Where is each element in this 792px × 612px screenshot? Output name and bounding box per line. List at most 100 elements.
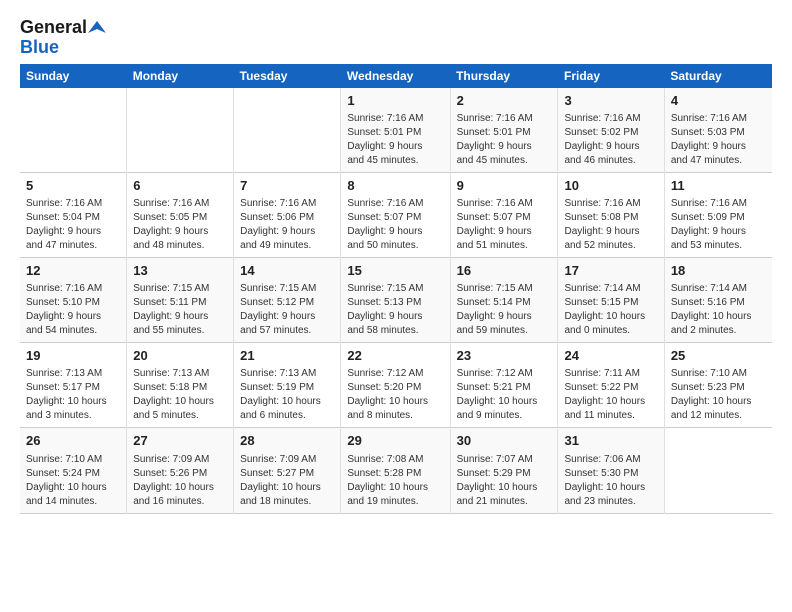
day-number: 15 [347,262,443,280]
day-info: Sunrise: 7:14 AM Sunset: 5:16 PM Dayligh… [671,282,766,338]
calendar-body: 1 Sunrise: 7:16 AM Sunset: 5:01 PM Daylig… [20,88,772,513]
calendar-cell [664,428,772,513]
day-info: Sunrise: 7:15 AM Sunset: 5:11 PM Dayligh… [133,282,227,338]
day-number: 22 [347,347,443,365]
day-number: 4 [671,92,766,110]
calendar-cell: 24 Sunrise: 7:11 AM Sunset: 5:22 PM Dayli… [558,343,664,428]
calendar-cell: 4Sunrise: 7:16 AM Sunset: 5:03 PM Daylig… [664,88,772,173]
calendar-cell [127,88,234,173]
col-header-wednesday: Wednesday [341,64,450,88]
day-number: 14 [240,262,334,280]
calendar-cell [234,88,341,173]
day-number: 16 [457,262,552,280]
day-number: 13 [133,262,227,280]
calendar-cell: 7Sunrise: 7:16 AM Sunset: 5:06 PM Daylig… [234,172,341,257]
day-info: Sunrise: 7:16 AM Sunset: 5:04 PM Dayligh… [26,197,120,253]
logo-blue-text: Blue [20,38,59,58]
day-info: Sunrise: 7:13 AM Sunset: 5:18 PM Dayligh… [133,367,227,423]
day-info: Sunrise: 7:09 AM Sunset: 5:26 PM Dayligh… [133,453,227,509]
week-row-1: 1 Sunrise: 7:16 AM Sunset: 5:01 PM Daylig… [20,88,772,173]
day-info: Sunrise: 7:10 AM Sunset: 5:23 PM Dayligh… [671,367,766,423]
calendar-cell: 20 Sunrise: 7:13 AM Sunset: 5:18 PM Dayli… [127,343,234,428]
day-info: Sunrise: 7:16 AM Sunset: 5:01 PM Dayligh… [457,112,552,168]
week-row-2: 5 Sunrise: 7:16 AM Sunset: 5:04 PM Daylig… [20,172,772,257]
calendar-cell: 13 Sunrise: 7:15 AM Sunset: 5:11 PM Dayli… [127,257,234,342]
day-number: 27 [133,432,227,450]
day-number: 26 [26,432,120,450]
calendar-cell: 21 Sunrise: 7:13 AM Sunset: 5:19 PM Dayli… [234,343,341,428]
day-number: 29 [347,432,443,450]
calendar-cell: 9 Sunrise: 7:16 AM Sunset: 5:07 PM Daylig… [450,172,558,257]
day-number: 23 [457,347,552,365]
calendar-cell: 26 Sunrise: 7:10 AM Sunset: 5:24 PM Dayli… [20,428,127,513]
day-number: 19 [26,347,120,365]
day-number: 24 [564,347,657,365]
calendar-cell [20,88,127,173]
day-info: Sunrise: 7:10 AM Sunset: 5:24 PM Dayligh… [26,453,120,509]
day-number: 9 [457,177,552,195]
day-number: 1 [347,92,443,110]
calendar-cell: 14Sunrise: 7:15 AM Sunset: 5:12 PM Dayli… [234,257,341,342]
calendar-cell: 6 Sunrise: 7:16 AM Sunset: 5:05 PM Daylig… [127,172,234,257]
day-number: 28 [240,432,334,450]
day-number: 18 [671,262,766,280]
day-info: Sunrise: 7:16 AM Sunset: 5:07 PM Dayligh… [457,197,552,253]
day-number: 5 [26,177,120,195]
day-info: Sunrise: 7:13 AM Sunset: 5:17 PM Dayligh… [26,367,120,423]
calendar-cell: 28 Sunrise: 7:09 AM Sunset: 5:27 PM Dayli… [234,428,341,513]
day-number: 25 [671,347,766,365]
day-number: 21 [240,347,334,365]
day-info: Sunrise: 7:15 AM Sunset: 5:13 PM Dayligh… [347,282,443,338]
calendar-table: SundayMondayTuesdayWednesdayThursdayFrid… [20,64,772,514]
calendar-cell: 3Sunrise: 7:16 AM Sunset: 5:02 PM Daylig… [558,88,664,173]
col-header-monday: Monday [127,64,234,88]
day-info: Sunrise: 7:15 AM Sunset: 5:14 PM Dayligh… [457,282,552,338]
calendar-cell: 23 Sunrise: 7:12 AM Sunset: 5:21 PM Dayli… [450,343,558,428]
day-info: Sunrise: 7:11 AM Sunset: 5:22 PM Dayligh… [564,367,657,423]
day-info: Sunrise: 7:09 AM Sunset: 5:27 PM Dayligh… [240,453,334,509]
calendar-cell: 25 Sunrise: 7:10 AM Sunset: 5:23 PM Dayli… [664,343,772,428]
day-info: Sunrise: 7:06 AM Sunset: 5:30 PM Dayligh… [564,453,657,509]
day-info: Sunrise: 7:12 AM Sunset: 5:20 PM Dayligh… [347,367,443,423]
day-info: Sunrise: 7:16 AM Sunset: 5:02 PM Dayligh… [564,112,657,168]
day-info: Sunrise: 7:07 AM Sunset: 5:29 PM Dayligh… [457,453,552,509]
calendar-cell: 10Sunrise: 7:16 AM Sunset: 5:08 PM Dayli… [558,172,664,257]
logo-bird-icon [88,19,106,37]
calendar-cell: 8 Sunrise: 7:16 AM Sunset: 5:07 PM Daylig… [341,172,450,257]
calendar-cell: 17 Sunrise: 7:14 AM Sunset: 5:15 PM Dayli… [558,257,664,342]
day-info: Sunrise: 7:14 AM Sunset: 5:15 PM Dayligh… [564,282,657,338]
day-info: Sunrise: 7:16 AM Sunset: 5:01 PM Dayligh… [347,112,443,168]
day-number: 17 [564,262,657,280]
day-number: 6 [133,177,227,195]
calendar-cell: 5 Sunrise: 7:16 AM Sunset: 5:04 PM Daylig… [20,172,127,257]
day-number: 7 [240,177,334,195]
day-number: 31 [564,432,657,450]
calendar-cell: 31 Sunrise: 7:06 AM Sunset: 5:30 PM Dayli… [558,428,664,513]
header: General Blue [20,18,772,58]
col-header-friday: Friday [558,64,664,88]
day-info: Sunrise: 7:16 AM Sunset: 5:09 PM Dayligh… [671,197,766,253]
day-number: 20 [133,347,227,365]
col-header-tuesday: Tuesday [234,64,341,88]
calendar-cell: 1 Sunrise: 7:16 AM Sunset: 5:01 PM Daylig… [341,88,450,173]
day-info: Sunrise: 7:16 AM Sunset: 5:07 PM Dayligh… [347,197,443,253]
logo-general-text: General [20,18,87,38]
day-number: 11 [671,177,766,195]
day-number: 8 [347,177,443,195]
day-info: Sunrise: 7:12 AM Sunset: 5:21 PM Dayligh… [457,367,552,423]
day-number: 10 [564,177,657,195]
calendar-cell: 15 Sunrise: 7:15 AM Sunset: 5:13 PM Dayli… [341,257,450,342]
calendar-cell: 30Sunrise: 7:07 AM Sunset: 5:29 PM Dayli… [450,428,558,513]
calendar-cell: 19 Sunrise: 7:13 AM Sunset: 5:17 PM Dayli… [20,343,127,428]
page: General Blue SundayMondayTuesdayWednesda… [0,0,792,532]
calendar-cell: 18 Sunrise: 7:14 AM Sunset: 5:16 PM Dayli… [664,257,772,342]
week-row-4: 19 Sunrise: 7:13 AM Sunset: 5:17 PM Dayli… [20,343,772,428]
day-number: 12 [26,262,120,280]
calendar-cell: 16 Sunrise: 7:15 AM Sunset: 5:14 PM Dayli… [450,257,558,342]
logo: General Blue [20,18,106,58]
col-header-sunday: Sunday [20,64,127,88]
week-row-5: 26 Sunrise: 7:10 AM Sunset: 5:24 PM Dayli… [20,428,772,513]
day-info: Sunrise: 7:16 AM Sunset: 5:05 PM Dayligh… [133,197,227,253]
day-info: Sunrise: 7:13 AM Sunset: 5:19 PM Dayligh… [240,367,334,423]
day-number: 2 [457,92,552,110]
